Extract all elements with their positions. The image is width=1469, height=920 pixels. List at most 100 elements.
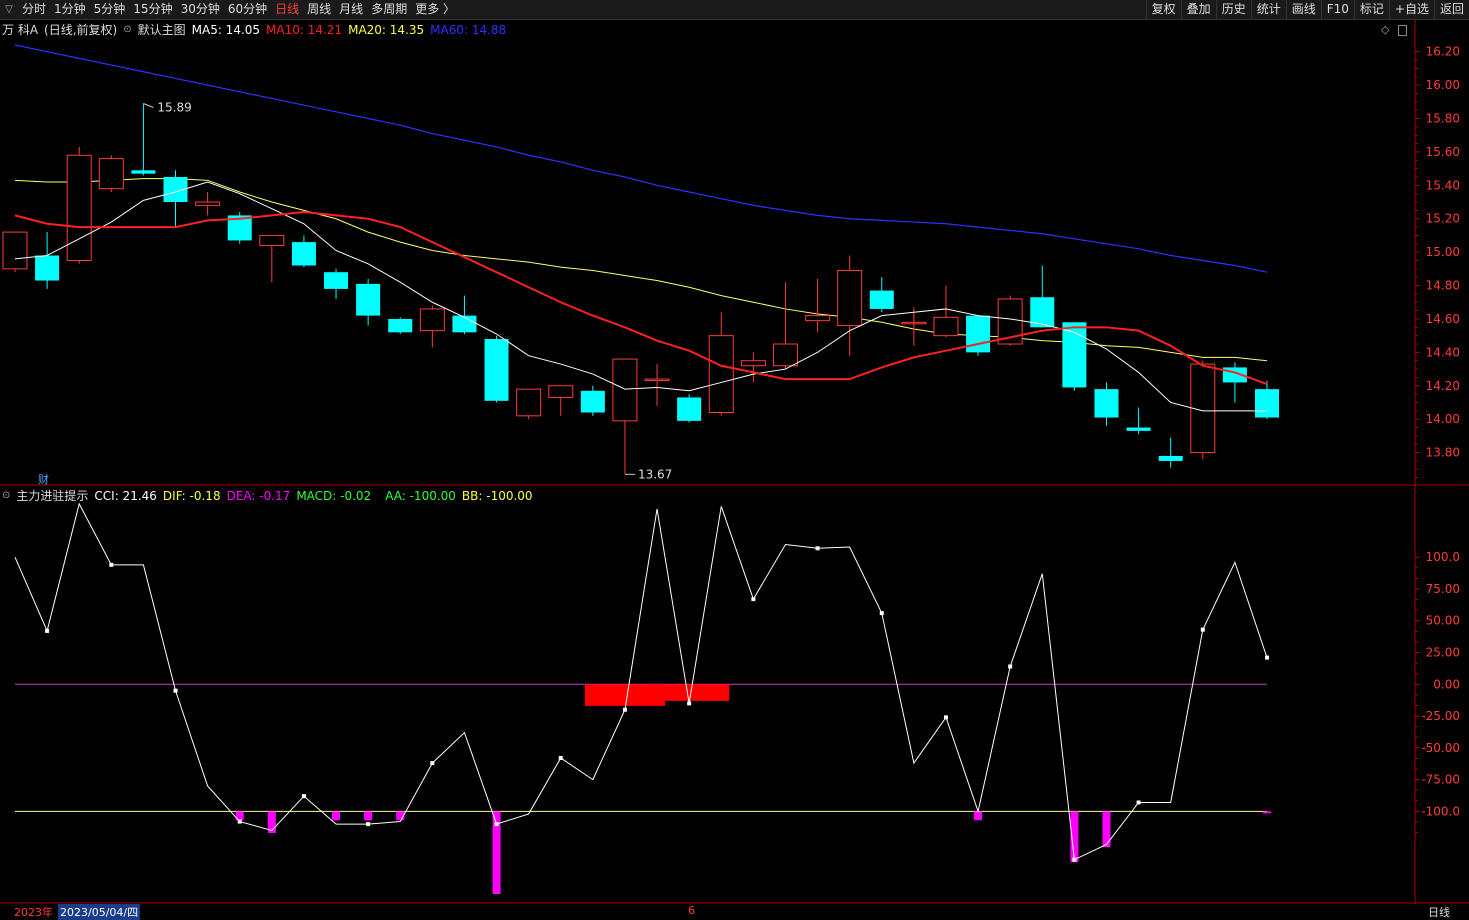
candle-body-down xyxy=(452,315,477,333)
tab-3[interactable]: 15分钟 xyxy=(129,0,176,19)
price-tick-label: 15.60 xyxy=(1426,145,1460,159)
toolbar-button-0[interactable]: 复权 xyxy=(1145,0,1181,19)
tab-5[interactable]: 60分钟 xyxy=(224,0,271,19)
cci-point xyxy=(1200,627,1205,632)
price-tick-label: 15.00 xyxy=(1426,245,1460,259)
candle xyxy=(805,278,831,333)
indicator-tick-label: -25.00 xyxy=(1421,709,1460,723)
cci-point xyxy=(687,701,692,706)
candle xyxy=(419,305,445,348)
toolbar-button-4[interactable]: 画线 xyxy=(1285,0,1321,19)
period-switch[interactable]: 日线 xyxy=(1428,904,1450,920)
menu-icon[interactable]: ▽ xyxy=(0,0,18,19)
ma60-line xyxy=(14,44,1268,273)
cci-point xyxy=(1136,800,1141,805)
tab-4[interactable]: 30分钟 xyxy=(177,0,224,19)
indicator-settings-icon[interactable]: ⊙ xyxy=(2,490,10,501)
candle xyxy=(291,235,316,268)
toolbar-button-2[interactable]: 历史 xyxy=(1215,0,1251,19)
toolbar-button-8[interactable]: 返回 xyxy=(1433,0,1469,19)
scroll-indicator[interactable] xyxy=(1398,25,1407,36)
cci-value: CCI: 21.46 xyxy=(94,488,157,503)
candle xyxy=(98,155,124,193)
tab-7[interactable]: 周线 xyxy=(303,0,335,19)
candle xyxy=(1190,360,1216,460)
cci-point xyxy=(558,756,563,761)
candle xyxy=(580,385,605,416)
tab-0[interactable]: 分时 xyxy=(18,0,50,19)
toolbar-button-7[interactable]: +自选 xyxy=(1388,0,1434,19)
candle-body-up xyxy=(259,234,285,246)
low-label: 13.67 xyxy=(638,467,672,481)
magenta-bar xyxy=(1102,811,1111,847)
magenta-bar xyxy=(332,811,341,821)
cci-point xyxy=(1008,664,1013,669)
bb-value: BB: -100.00 xyxy=(461,488,533,503)
price-tick-label: 15.20 xyxy=(1426,212,1460,226)
candle-body-up xyxy=(644,378,670,382)
candle xyxy=(195,192,221,216)
cci-point xyxy=(751,597,756,602)
candle xyxy=(1158,437,1183,468)
candle-body-down xyxy=(356,283,381,316)
candle xyxy=(66,146,92,264)
candle-body-down xyxy=(677,397,702,421)
candle-body-up xyxy=(805,315,831,322)
chart-label[interactable]: 默认主图 xyxy=(138,21,186,38)
toolbar-button-6[interactable]: 标记 xyxy=(1353,0,1389,19)
cursor-date: 2023/05/04/四 xyxy=(58,904,141,920)
dif-value: DIF: -0.18 xyxy=(162,488,221,503)
dea-value: DEA: -0.17 xyxy=(226,488,291,503)
toolbar-button-1[interactable]: 叠加 xyxy=(1180,0,1216,19)
finance-badge[interactable]: 财 xyxy=(38,471,49,487)
magenta-bar xyxy=(1263,811,1271,814)
cci-point xyxy=(45,628,50,633)
time-axis: 2023年 2023/05/04/四 6 日线 xyxy=(0,904,1469,920)
tab-8[interactable]: 月线 xyxy=(335,0,367,19)
candle xyxy=(644,364,670,406)
dropdown-icon[interactable]: ⊙ xyxy=(123,24,131,35)
tab-2[interactable]: 5分钟 xyxy=(90,0,130,19)
ma5-value: MA5: 14.05 xyxy=(191,22,261,37)
price-tick-label: 16.00 xyxy=(1426,78,1460,92)
candle xyxy=(227,212,252,244)
toolbar-button-5[interactable]: F10 xyxy=(1320,0,1354,19)
indicator-chart[interactable]: 100.0 75.00 50.00 25.00 0.00 -25.00 -50.00 -75.… xyxy=(0,486,1469,904)
candle-body-down xyxy=(580,390,605,413)
price-tick-label: 15.40 xyxy=(1426,178,1460,192)
ma10-value: MA10: 14.21 xyxy=(266,22,343,37)
candle xyxy=(1222,362,1247,403)
candle-body-up xyxy=(772,343,798,367)
diamond-icon[interactable]: ◇ xyxy=(1381,23,1389,36)
price-tick-label: 15.80 xyxy=(1426,112,1460,126)
red-signal-block xyxy=(649,684,730,701)
candle-body-up xyxy=(2,231,28,270)
kline-chart[interactable]: 16.20 16.00 15.80 15.60 15.40 15.20 15.00 14.80… xyxy=(0,20,1469,486)
candle xyxy=(837,255,863,356)
tab-9[interactable]: 多周期 xyxy=(367,0,411,19)
candle xyxy=(966,315,991,356)
candle-body-up xyxy=(195,201,221,206)
tab-6[interactable]: 日线 xyxy=(271,0,303,19)
price-tick-label: 16.20 xyxy=(1426,45,1460,59)
tab-10[interactable]: 更多 〉 xyxy=(411,0,459,19)
candle-body-down xyxy=(324,272,349,289)
indicator-tick-label: 0.00 xyxy=(1433,677,1460,691)
candle-body-up xyxy=(419,308,445,332)
tab-1[interactable]: 1分钟 xyxy=(50,0,90,19)
aa-value: AA: -100.00 xyxy=(385,488,456,503)
toolbar-button-3[interactable]: 统计 xyxy=(1250,0,1286,19)
candle xyxy=(1030,265,1055,328)
cci-point xyxy=(301,794,306,799)
candle xyxy=(772,282,798,370)
candle xyxy=(2,231,28,273)
high-label: 15.89 xyxy=(157,100,191,114)
indicator-title[interactable]: 主力进驻提示 xyxy=(16,487,88,504)
candle-body-down xyxy=(1158,455,1183,461)
cci-point xyxy=(494,822,499,827)
price-tick-label: 14.60 xyxy=(1426,312,1460,326)
candle-body-down xyxy=(388,318,413,333)
candle-body-up xyxy=(933,316,959,337)
indicator-tick-label: -100.0 xyxy=(1421,804,1460,818)
candle xyxy=(356,278,381,326)
